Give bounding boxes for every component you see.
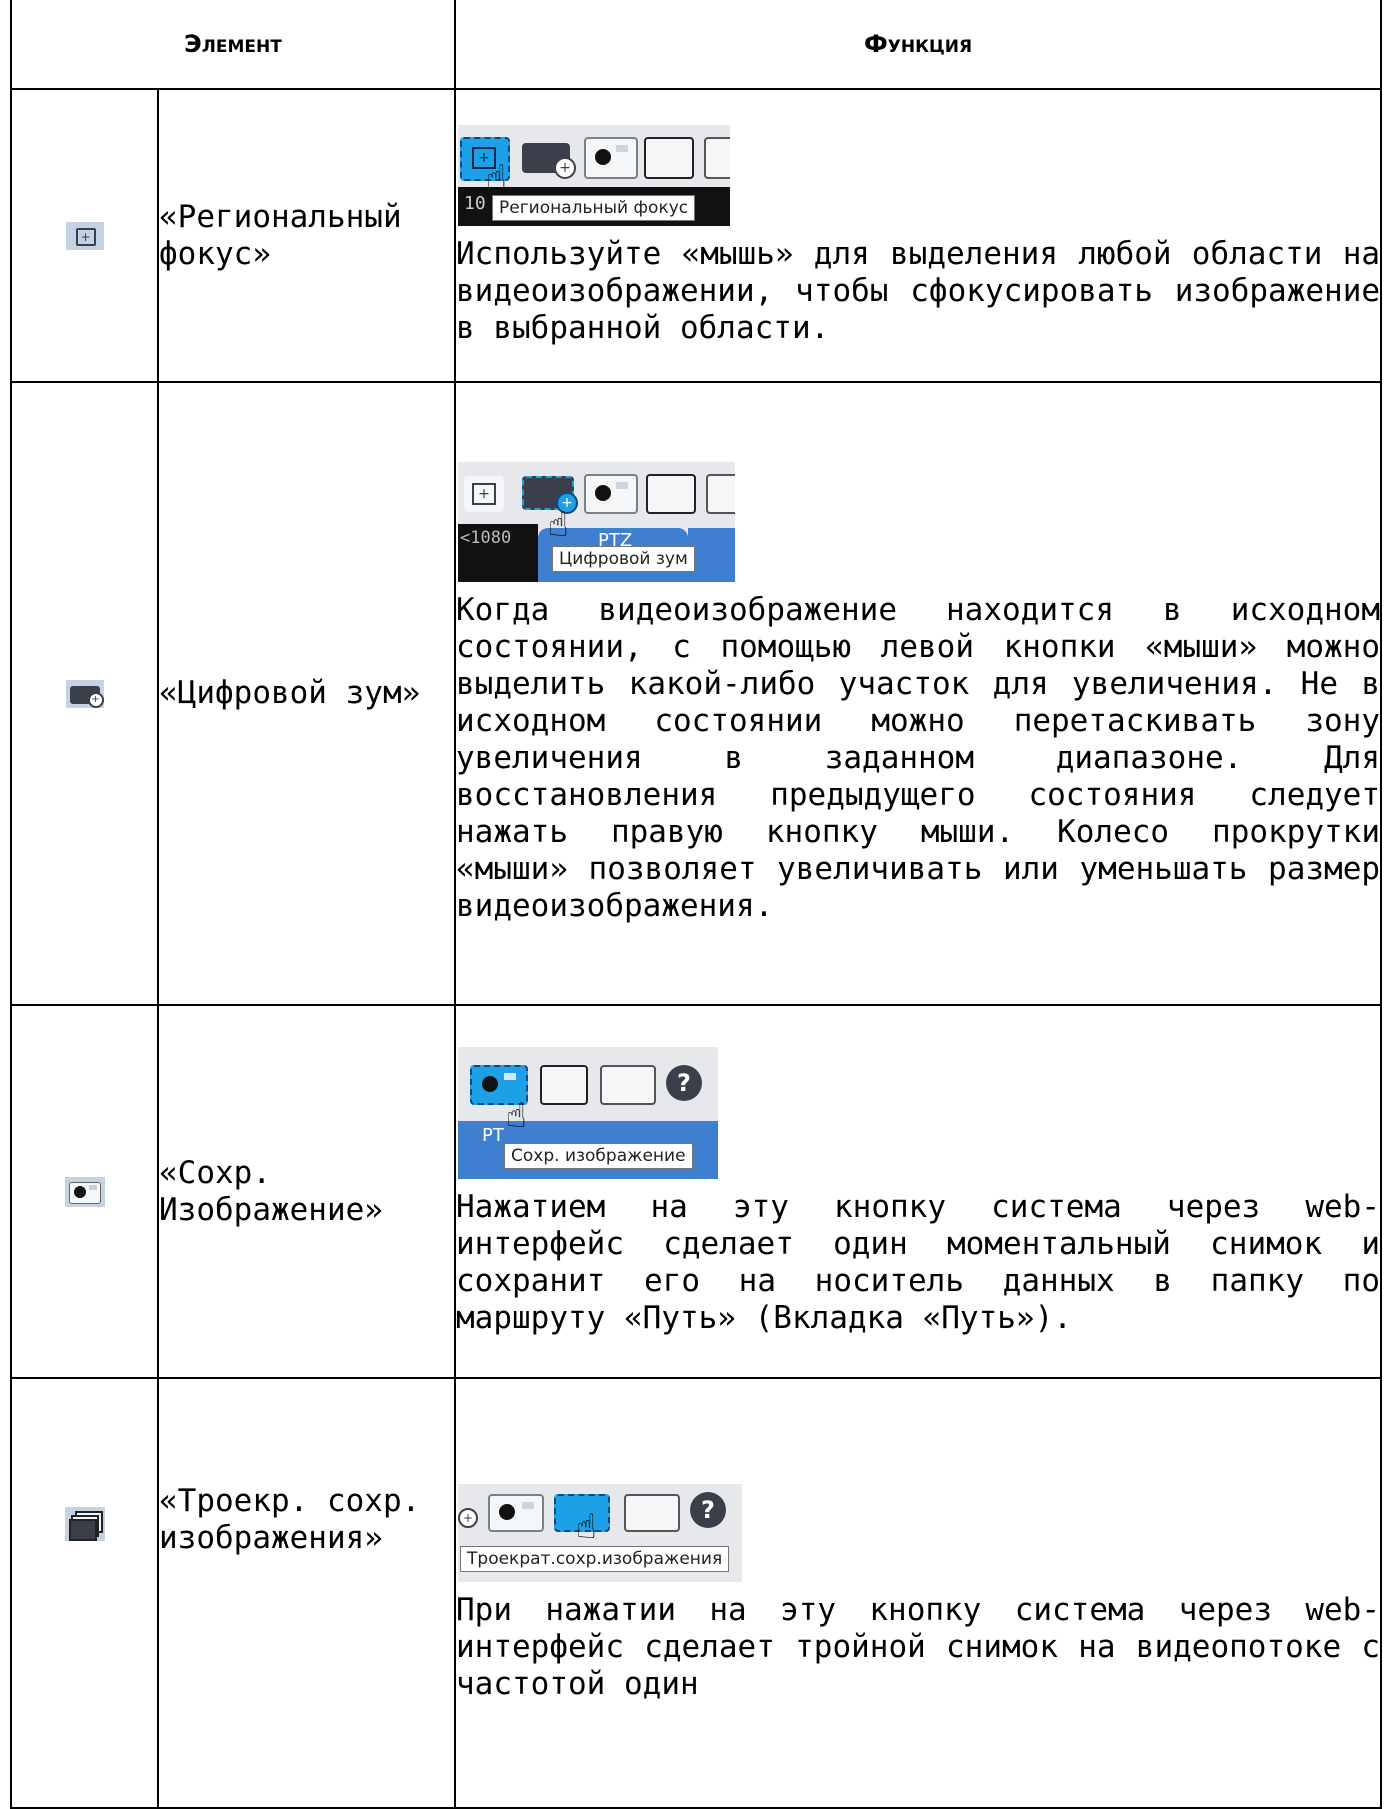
element-name: «Троекр. сохр. изображения» bbox=[156, 1377, 457, 1809]
video-overlay-text: 10 bbox=[464, 192, 486, 214]
header-function: Функция bbox=[454, 0, 1383, 90]
table-row: + «Региональный фокус» + + 10 Региональн… bbox=[10, 88, 1383, 383]
snapshot-button[interactable] bbox=[584, 136, 639, 179]
tooltip: Цифровой зум bbox=[552, 546, 695, 572]
toolbar-screenshot: ? PT Сохр. изображение ☝ bbox=[458, 1046, 719, 1179]
icon-cell: + bbox=[10, 88, 159, 383]
document-page: Элемент Функция + «Региональный фокус» +… bbox=[9, 0, 1383, 1809]
digital-zoom-button[interactable]: + bbox=[522, 142, 577, 179]
tooltip: Сохр. изображение bbox=[504, 1142, 693, 1169]
help-icon[interactable]: ? bbox=[690, 1491, 727, 1528]
icon-cell bbox=[10, 1004, 159, 1379]
snapshot-button[interactable] bbox=[488, 1493, 545, 1532]
video-overlay-text: <1080 bbox=[460, 528, 512, 548]
snapshot-button[interactable] bbox=[584, 474, 639, 514]
table-row: «Троекр. сохр. изображения» + ? Троекрат… bbox=[10, 1377, 1383, 1809]
digital-zoom-button[interactable]: + bbox=[458, 1496, 479, 1530]
triple-snapshot-button[interactable] bbox=[644, 136, 695, 179]
triple-snapshot-button[interactable] bbox=[540, 1064, 589, 1105]
icon-cell bbox=[10, 1377, 159, 1809]
function-description: При нажатии на эту кнопку система через … bbox=[456, 1591, 1381, 1702]
record-button[interactable] bbox=[704, 136, 731, 179]
ptz-tab-label: PT bbox=[482, 1124, 504, 1146]
snapshot-icon bbox=[64, 1176, 105, 1207]
hand-cursor-icon: ☝ bbox=[486, 157, 507, 198]
video-strip: <1080 bbox=[458, 524, 539, 582]
function-cell: + + 10 Региональный фокус ☝ Используйте … bbox=[454, 88, 1383, 383]
table-header-row: Элемент Функция bbox=[9, 0, 1383, 90]
triple-snapshot-icon bbox=[64, 1507, 105, 1541]
digital-zoom-icon: + bbox=[65, 679, 104, 708]
controls-table: Элемент Функция + «Региональный фокус» +… bbox=[9, 0, 1383, 1809]
tooltip: Региональный фокус bbox=[492, 194, 696, 221]
element-name: «Сохр. Изображение» bbox=[156, 1004, 457, 1379]
triple-snapshot-button[interactable] bbox=[646, 474, 697, 514]
record-button[interactable] bbox=[706, 474, 736, 514]
toolbar-screenshot: + ? Троекрат.сохр.изображения ☝ bbox=[458, 1483, 743, 1582]
function-description: Когда видеоизображение находится в исход… bbox=[456, 592, 1381, 924]
table-row: «Сохр. Изображение» ? PT Сохр. изображен… bbox=[10, 1004, 1383, 1379]
icon-cell: + bbox=[10, 381, 159, 1006]
record-button[interactable] bbox=[624, 1493, 681, 1532]
region-focus-icon: + bbox=[65, 221, 104, 250]
function-description: Нажатием на эту кнопку система через web… bbox=[456, 1188, 1381, 1336]
tooltip: Троекрат.сохр.изображения bbox=[460, 1545, 730, 1572]
hand-cursor-icon: ☝ bbox=[576, 1506, 597, 1547]
toolbar-screenshot: + + <1080 PTZ Цифровой зум ☝ bbox=[458, 462, 736, 582]
table-row: + «Цифровой зум» + + <1080 PTZ Цифровой … bbox=[10, 381, 1383, 1006]
tab-strip bbox=[688, 528, 736, 582]
hand-cursor-icon: ☝ bbox=[506, 1095, 527, 1136]
element-name: «Региональный фокус» bbox=[156, 88, 457, 383]
record-button[interactable] bbox=[600, 1064, 657, 1105]
function-cell: + + <1080 PTZ Цифровой зум ☝ Когда видео… bbox=[454, 381, 1383, 1006]
header-element: Элемент bbox=[9, 0, 457, 90]
help-icon[interactable]: ? bbox=[666, 1064, 703, 1101]
function-cell: ? PT Сохр. изображение ☝ Нажатием на эту… bbox=[454, 1004, 1383, 1379]
function-cell: + ? Троекрат.сохр.изображения ☝ При нажа… bbox=[454, 1377, 1383, 1809]
hand-cursor-icon: ☝ bbox=[548, 505, 569, 545]
element-name: «Цифровой зум» bbox=[156, 381, 457, 1006]
function-description: Используйте «мышь» для выделения любой о… bbox=[456, 235, 1381, 346]
region-focus-button[interactable]: + bbox=[464, 476, 505, 512]
toolbar-screenshot: + + 10 Региональный фокус ☝ bbox=[458, 124, 731, 226]
